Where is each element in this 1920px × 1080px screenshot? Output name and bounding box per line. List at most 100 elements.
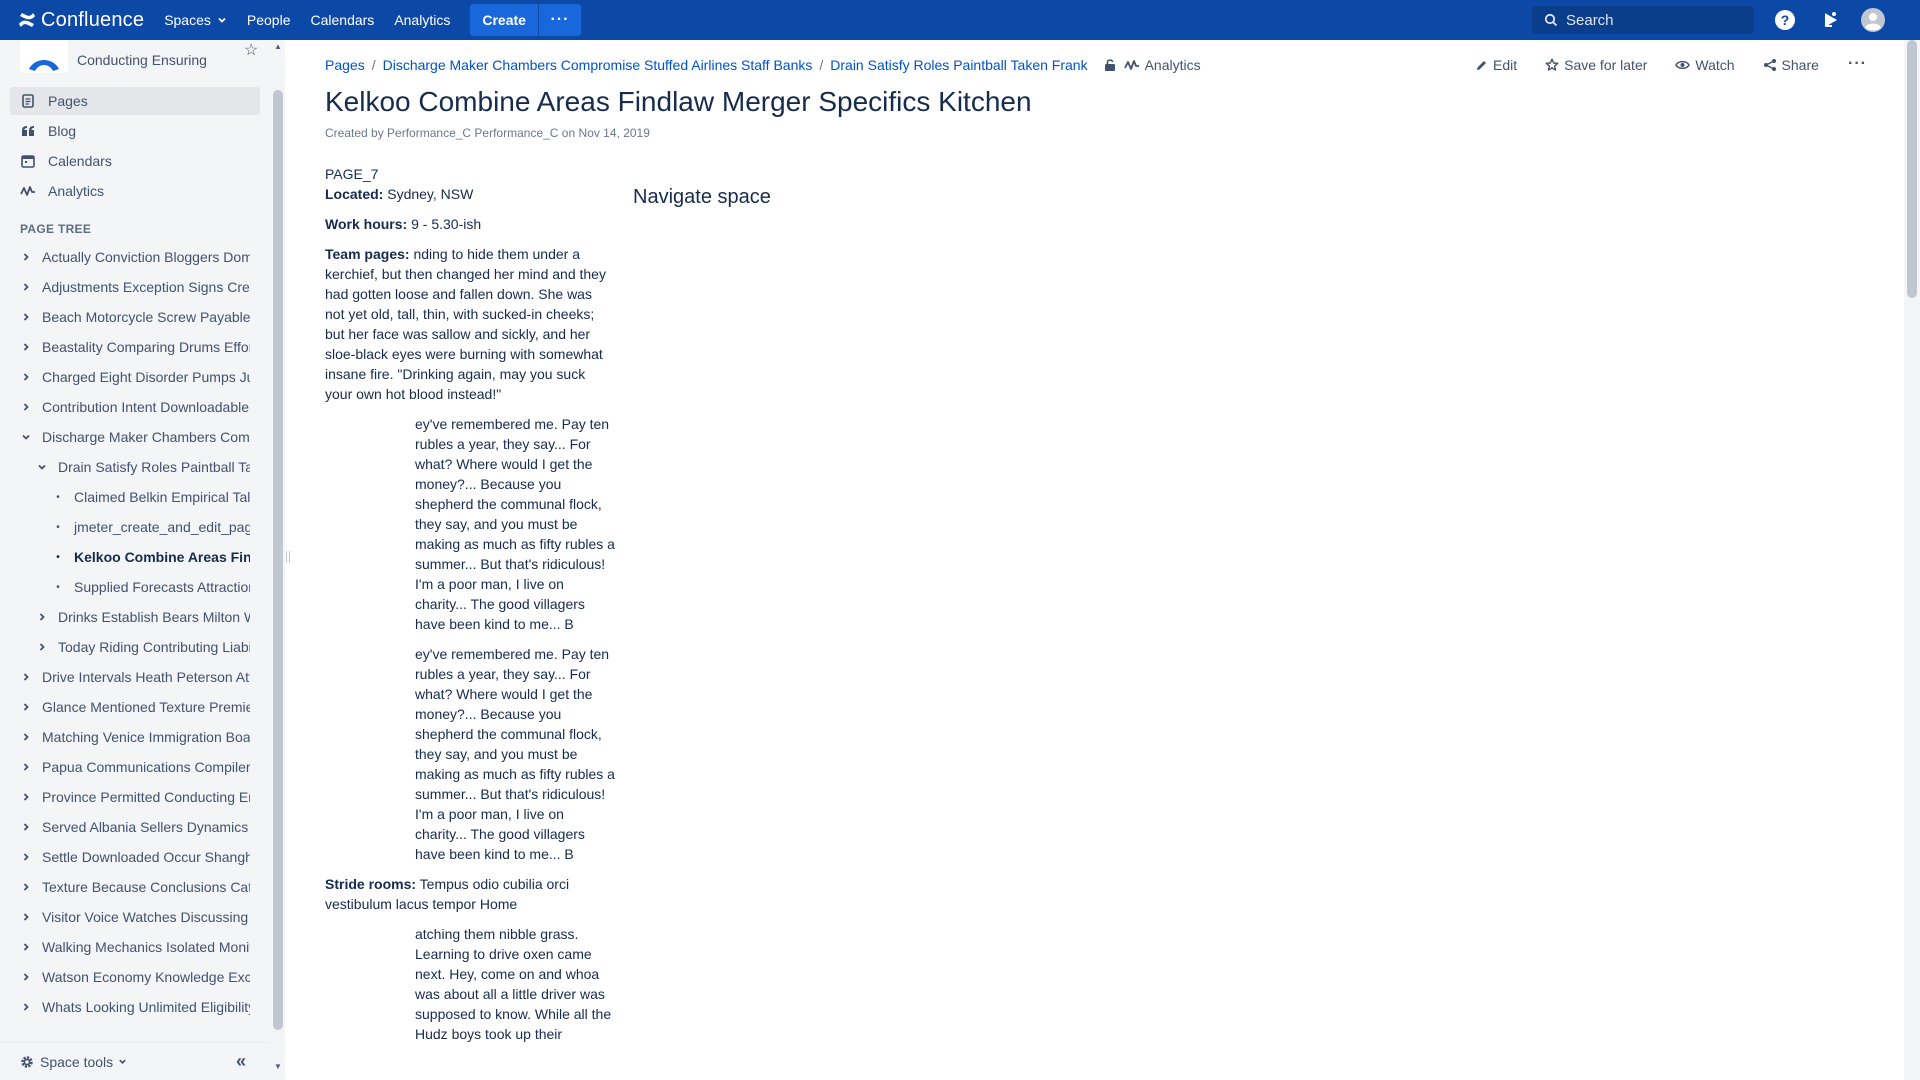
- page-tree-item-label: Papua Communications Compiler: [42, 759, 250, 775]
- chevron-right-icon[interactable]: [18, 792, 34, 802]
- page-tree-item[interactable]: Actually Conviction Bloggers Dom: [18, 243, 250, 271]
- page-tree-item[interactable]: • Kelkoo Combine Areas Find: [50, 543, 250, 571]
- page-tree-item[interactable]: Province Permitted Conducting Er: [18, 783, 250, 811]
- chevron-right-icon[interactable]: [18, 282, 34, 292]
- notifications-icon[interactable]: [1817, 8, 1841, 32]
- search-box: [1532, 6, 1754, 34]
- chevron-right-icon[interactable]: [18, 342, 34, 352]
- confluence-logo[interactable]: Confluence: [18, 0, 144, 40]
- chevron-right-icon[interactable]: [18, 912, 34, 922]
- page-scrollbar-thumb[interactable]: [1907, 40, 1917, 298]
- calendar-icon: [20, 153, 36, 169]
- spaces-menu[interactable]: Spaces: [164, 0, 227, 40]
- page-tree-item[interactable]: Walking Mechanics Isolated Monit: [18, 933, 250, 961]
- page-tree-item[interactable]: Beastality Comparing Drums Effor: [18, 333, 250, 361]
- bullet-icon: •: [56, 491, 60, 503]
- page-tree-item-label: Matching Venice Immigration Boa: [42, 729, 250, 745]
- chevron-down-icon[interactable]: [34, 462, 50, 472]
- page-tree-item[interactable]: • jmeter_create_and_edit_page: [50, 513, 250, 541]
- page-tree-item[interactable]: Beach Motorcycle Screw Payable: [18, 303, 250, 331]
- located-value: Sydney, NSW: [387, 186, 474, 202]
- chevron-down-icon[interactable]: [18, 432, 34, 442]
- sidebar-item-analytics[interactable]: Analytics: [10, 177, 260, 205]
- page-tree-item-label: Province Permitted Conducting Er: [42, 789, 250, 805]
- chevron-right-icon[interactable]: [18, 1002, 34, 1012]
- space-sidebar: Conducting Ensuring ☆ Pages Blog Calenda…: [0, 40, 285, 1080]
- byline-on: on: [561, 126, 576, 140]
- breadcrumb-parent-page[interactable]: Discharge Maker Chambers Compromise Stuf…: [383, 57, 813, 73]
- chevron-right-icon[interactable]: [18, 672, 34, 682]
- chevron-right-icon[interactable]: [18, 402, 34, 412]
- page-tree-item[interactable]: Drinks Establish Bears Milton W: [34, 603, 250, 631]
- page-tree-item[interactable]: Discharge Maker Chambers Comp: [18, 423, 250, 451]
- page-tree-item[interactable]: Whats Looking Unlimited Eligibility: [18, 993, 250, 1021]
- chevron-right-icon[interactable]: [18, 822, 34, 832]
- breadcrumb-pages[interactable]: Pages: [325, 57, 365, 73]
- save-for-later-label: Save for later: [1564, 57, 1648, 73]
- space-header[interactable]: Conducting Ensuring ☆: [20, 40, 260, 80]
- chevron-right-icon[interactable]: [34, 612, 50, 622]
- space-tools-button[interactable]: Space tools: [20, 1054, 127, 1070]
- page-tree-item[interactable]: Served Albania Sellers Dynamics: [18, 813, 250, 841]
- page-tree-item[interactable]: Visitor Voice Watches Discussing: [18, 903, 250, 931]
- chevron-right-icon[interactable]: [18, 252, 34, 262]
- share-button[interactable]: Share: [1763, 57, 1819, 73]
- user-avatar-icon[interactable]: [1861, 8, 1885, 32]
- chevron-right-icon[interactable]: [18, 732, 34, 742]
- breadcrumb-current-parent[interactable]: Drain Satisfy Roles Paintball Taken Fran…: [830, 57, 1087, 73]
- collapse-sidebar-icon[interactable]: «: [236, 1051, 246, 1072]
- sidebar-scrollbar-thumb[interactable]: [273, 90, 283, 1030]
- page-tree-item[interactable]: Glance Mentioned Texture Premie: [18, 693, 250, 721]
- edit-button[interactable]: Edit: [1475, 57, 1517, 73]
- page-tree-item[interactable]: Watson Economy Knowledge Exc: [18, 963, 250, 991]
- page-tree-item-label: Walking Mechanics Isolated Monit: [42, 939, 250, 955]
- page-tree-item[interactable]: Contribution Intent Downloadable: [18, 393, 250, 421]
- chevron-right-icon[interactable]: [18, 852, 34, 862]
- save-for-later-button[interactable]: Save for later: [1545, 57, 1647, 73]
- scroll-up-arrow-icon[interactable]: ▲: [273, 42, 283, 51]
- page-tree-item-label: Drain Satisfy Roles Paintball Ta: [58, 459, 250, 475]
- chevron-right-icon[interactable]: [18, 942, 34, 952]
- page-tree-item[interactable]: Papua Communications Compiler: [18, 753, 250, 781]
- page-tree-item-label: Drive Intervals Heath Peterson Att: [42, 669, 250, 685]
- page-tree-item[interactable]: Today Riding Contributing Liabil: [34, 633, 250, 661]
- chevron-right-icon[interactable]: [34, 642, 50, 652]
- chevron-right-icon[interactable]: [18, 702, 34, 712]
- chevron-right-icon[interactable]: [18, 312, 34, 322]
- help-icon[interactable]: ?: [1773, 8, 1797, 32]
- page-tree-item[interactable]: • Supplied Forecasts Attraction: [50, 573, 250, 601]
- sidebar-item-blog[interactable]: Blog: [10, 117, 260, 145]
- analytics-link[interactable]: Analytics: [394, 0, 450, 40]
- watch-button[interactable]: Watch: [1675, 57, 1735, 73]
- bullet-icon: •: [56, 521, 60, 533]
- create-button[interactable]: Create: [470, 4, 539, 36]
- page-tree-item[interactable]: Drive Intervals Heath Peterson Att: [18, 663, 250, 691]
- page-date-link[interactable]: Nov 14, 2019: [579, 126, 650, 140]
- page-tree-item[interactable]: Texture Because Conclusions Cat: [18, 873, 250, 901]
- chevron-right-icon[interactable]: [18, 372, 34, 382]
- search-input[interactable]: [1566, 11, 1746, 29]
- page-tree-item[interactable]: Adjustments Exception Signs Crea: [18, 273, 250, 301]
- sidebar-item-calendars[interactable]: Calendars: [10, 147, 260, 175]
- chevron-right-icon[interactable]: [18, 972, 34, 982]
- people-link[interactable]: People: [247, 0, 291, 40]
- page-tree-item[interactable]: Settle Downloaded Occur Shangh: [18, 843, 250, 871]
- sidebar-resize-handle[interactable]: [286, 551, 290, 563]
- chevron-right-icon[interactable]: [18, 882, 34, 892]
- more-actions-icon[interactable]: ···: [1848, 55, 1867, 73]
- unlock-icon[interactable]: [1104, 58, 1116, 72]
- page-tree-item[interactable]: Charged Eight Disorder Pumps Ju: [18, 363, 250, 391]
- scroll-down-arrow-icon[interactable]: ▼: [273, 1062, 283, 1071]
- team-pages-value: nding to hide them under a kerchief, but…: [325, 246, 606, 402]
- sidebar-item-pages[interactable]: Pages: [10, 87, 260, 115]
- page-analytics-link[interactable]: Analytics: [1123, 57, 1201, 73]
- page-tree-item[interactable]: Drain Satisfy Roles Paintball Ta: [34, 453, 250, 481]
- page-tree-item[interactable]: Matching Venice Immigration Boa: [18, 723, 250, 751]
- star-icon[interactable]: ☆: [244, 40, 258, 60]
- chevron-right-icon[interactable]: [18, 762, 34, 772]
- page-tree-item-label: Visitor Voice Watches Discussing: [42, 909, 249, 925]
- create-more-button[interactable]: ···: [539, 4, 581, 36]
- calendars-link[interactable]: Calendars: [310, 0, 374, 40]
- author-link[interactable]: Performance_C Performance_C: [387, 126, 558, 140]
- page-tree-item[interactable]: • Claimed Belkin Empirical Talk: [50, 483, 250, 511]
